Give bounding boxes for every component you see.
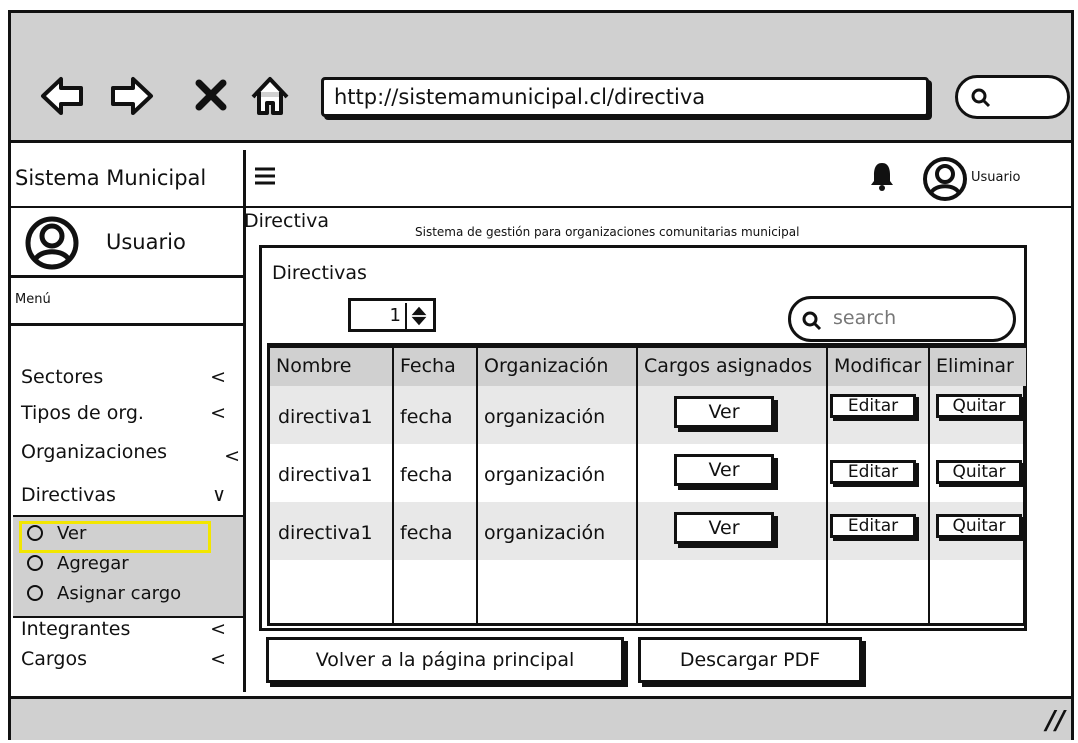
browser-toolbar: http://sistemamunicipal.cl/directiva: [11, 13, 1071, 143]
editar-button[interactable]: Editar: [830, 514, 916, 538]
sidebar-item-label: Sectores: [21, 366, 104, 388]
page-title: Directiva: [244, 210, 330, 232]
chevron-left-icon: <: [224, 445, 240, 467]
sidebar-item-organizaciones[interactable]: Organizaciones <: [21, 441, 240, 467]
column-header-modificar[interactable]: Modificar: [828, 348, 930, 386]
avatar-icon[interactable]: [923, 157, 967, 201]
search-input[interactable]: search: [788, 296, 1016, 342]
submenu-item-label: Ver: [57, 523, 87, 544]
sidebar-item-label: Directivas: [21, 484, 116, 506]
resize-grip-icon[interactable]: //: [1046, 706, 1065, 736]
search-icon: [971, 88, 991, 108]
table-row: directiva1 fecha organización Ver Editar…: [270, 502, 1023, 560]
cell-nombre: directiva1: [278, 464, 373, 486]
search-icon: [802, 311, 822, 331]
search-placeholder: search: [833, 307, 897, 329]
forward-arrow-icon[interactable]: [109, 73, 155, 119]
cell-nombre: directiva1: [278, 406, 373, 428]
sidebar-user-name: Usuario: [106, 230, 186, 254]
sidebar-item-label: Cargos: [21, 648, 87, 670]
submenu-item-asignar-cargo[interactable]: Asignar cargo: [27, 583, 181, 604]
stepper-arrows-icon[interactable]: [405, 303, 431, 329]
page-subtitle: Sistema de gestión para organizaciones c…: [415, 225, 800, 239]
sidebar-item-label: Organizaciones: [21, 441, 168, 463]
sidebar-item-integrantes[interactable]: Integrantes <: [21, 618, 236, 640]
cell-organizacion: organización: [484, 522, 606, 544]
chevron-left-icon: <: [210, 648, 226, 670]
home-icon[interactable]: [247, 73, 293, 119]
page-number: 1: [389, 305, 401, 326]
sidebar-item-sectores[interactable]: Sectores <: [21, 366, 236, 388]
back-arrow-icon[interactable]: [39, 73, 85, 119]
ver-cargos-button[interactable]: Ver: [674, 512, 774, 544]
quitar-button[interactable]: Quitar: [936, 514, 1022, 538]
panel-title: Directivas: [272, 262, 367, 284]
submenu-item-ver[interactable]: Ver: [27, 523, 86, 544]
header-user-label[interactable]: Usuario: [971, 170, 1020, 185]
submenu-item-label: Asignar cargo: [57, 583, 182, 604]
chevron-left-icon: <: [210, 618, 226, 640]
ver-cargos-button[interactable]: Ver: [674, 396, 774, 428]
sidebar-item-cargos[interactable]: Cargos <: [21, 648, 236, 670]
column-divider: [928, 348, 930, 623]
directivas-submenu: Ver Agregar Asignar cargo: [13, 515, 243, 618]
chevron-down-icon: ∨: [212, 484, 226, 506]
sidebar-item-directivas[interactable]: Directivas ∨: [21, 484, 236, 506]
column-header-organizacion[interactable]: Organización: [478, 348, 638, 386]
close-x-icon[interactable]: [193, 77, 229, 113]
sidebar-item-label: Tipos de org.: [21, 402, 144, 424]
sidebar-item-label: Integrantes: [21, 618, 131, 640]
cell-fecha: fecha: [400, 406, 453, 428]
cell-fecha: fecha: [400, 522, 453, 544]
column-divider: [826, 348, 828, 623]
ver-cargos-button[interactable]: Ver: [674, 454, 774, 486]
chevron-left-icon: <: [210, 402, 226, 424]
column-header-eliminar[interactable]: Eliminar: [930, 348, 1026, 386]
submenu-item-agregar[interactable]: Agregar: [27, 553, 129, 574]
menu-header: Menú: [11, 278, 243, 326]
bell-icon[interactable]: [869, 161, 895, 191]
column-header-cargos[interactable]: Cargos asignados: [638, 348, 828, 386]
editar-button[interactable]: Editar: [830, 394, 916, 418]
browser-search-field[interactable]: [955, 75, 1070, 119]
back-to-home-button[interactable]: Volver a la página principal: [266, 637, 624, 683]
column-divider: [636, 348, 638, 623]
sidebar-user: Usuario: [11, 208, 243, 278]
cell-organizacion: organización: [484, 406, 606, 428]
sidebar-item-tipos-de-org[interactable]: Tipos de org. <: [21, 402, 236, 424]
radio-icon: [27, 525, 43, 541]
quitar-button[interactable]: Quitar: [936, 394, 1022, 418]
hamburger-menu-icon[interactable]: [254, 166, 276, 186]
radio-icon: [27, 585, 43, 601]
table-row: directiva1 fecha organización Ver Editar…: [270, 386, 1023, 444]
directivas-table: Nombre Fecha Organización Cargos asignad…: [267, 343, 1026, 626]
editar-button[interactable]: Editar: [830, 460, 916, 484]
app-header: Sistema Municipal Usuario: [11, 150, 1071, 208]
column-divider: [392, 348, 394, 623]
chevron-left-icon: <: [210, 366, 226, 388]
status-bar: //: [11, 696, 1071, 740]
page-stepper[interactable]: 1: [348, 298, 436, 332]
column-divider: [476, 348, 478, 623]
app-brand[interactable]: Sistema Municipal: [11, 150, 246, 206]
download-pdf-button[interactable]: Descargar PDF: [638, 637, 862, 683]
cell-nombre: directiva1: [278, 522, 373, 544]
table-row: directiva1 fecha organización Ver Editar…: [270, 444, 1023, 502]
quitar-button[interactable]: Quitar: [936, 460, 1022, 484]
cell-organizacion: organización: [484, 464, 606, 486]
cell-fecha: fecha: [400, 464, 453, 486]
submenu-item-label: Agregar: [57, 553, 129, 574]
url-field[interactable]: http://sistemamunicipal.cl/directiva: [321, 77, 929, 117]
column-header-nombre[interactable]: Nombre: [270, 348, 394, 386]
radio-icon: [27, 555, 43, 571]
sidebar: Usuario Menú Sectores < Tipos de org. < …: [11, 208, 246, 692]
avatar-icon: [25, 216, 79, 270]
column-header-fecha[interactable]: Fecha: [394, 348, 478, 386]
